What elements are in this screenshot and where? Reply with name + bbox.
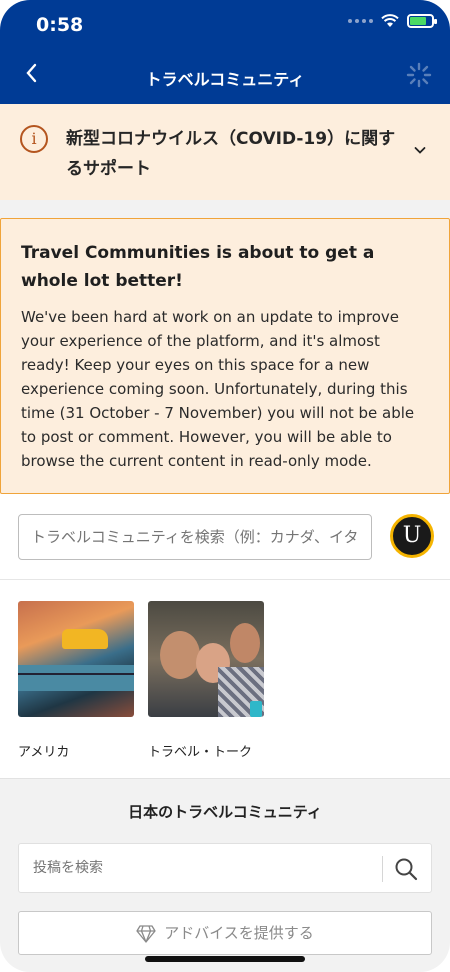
status-time: 0:58 <box>36 14 84 36</box>
local-community-section: 日本のトラベルコミュニティ アドバイスを提供する <box>0 778 450 972</box>
local-community-heading: 日本のトラベルコミュニティ <box>128 803 322 821</box>
notice-body: We've been hard at work on an update to … <box>21 308 415 470</box>
give-advice-label: アドバイスを提供する <box>164 924 314 942</box>
notice-heading: Travel Communities is about to get a who… <box>21 243 375 291</box>
community-tile-travel-talk[interactable]: トラベル・トーク <box>148 601 266 760</box>
status-bar: 0:58 <box>0 0 450 50</box>
wifi-icon <box>381 14 399 27</box>
search-icon[interactable] <box>393 856 419 882</box>
update-notice: Travel Communities is about to get a who… <box>0 218 450 494</box>
community-search-row: U <box>0 494 450 580</box>
diamond-icon <box>136 924 156 943</box>
community-tiles: アメリカ トラベル・トーク <box>0 581 450 778</box>
covid-banner[interactable]: i 新型コロナウイルス（COVID-19）に関するサポート <box>0 104 450 200</box>
community-image-usa <box>18 601 134 717</box>
app-screen: 0:58 トラベルコミュニティ i 新型コロナウイルス（COVID-19）に関す… <box>0 0 450 972</box>
page-title: トラベルコミュニティ <box>145 70 305 89</box>
post-search-box <box>18 843 432 893</box>
loading-spinner-icon <box>406 62 432 88</box>
signal-icon <box>348 19 373 23</box>
community-search-input[interactable] <box>18 514 372 560</box>
home-indicator[interactable] <box>145 956 305 962</box>
give-advice-button[interactable]: アドバイスを提供する <box>18 911 432 955</box>
nav-bar: トラベルコミュニティ <box>0 54 450 100</box>
status-indicators <box>348 14 437 28</box>
community-label: トラベル・トーク <box>148 745 253 760</box>
covid-banner-text: 新型コロナウイルス（COVID-19）に関するサポート <box>66 129 396 179</box>
section-divider <box>0 200 450 218</box>
app-header: 0:58 トラベルコミュニティ <box>0 0 450 104</box>
avatar[interactable]: U <box>390 514 434 558</box>
battery-icon <box>407 14 437 28</box>
community-tile-usa[interactable]: アメリカ <box>18 601 136 760</box>
post-search-input[interactable] <box>19 844 383 892</box>
search-divider <box>382 856 383 882</box>
chevron-down-icon[interactable] <box>414 144 426 156</box>
community-image-travel-talk <box>148 601 264 717</box>
community-label: アメリカ <box>18 745 70 760</box>
info-icon: i <box>20 125 48 153</box>
